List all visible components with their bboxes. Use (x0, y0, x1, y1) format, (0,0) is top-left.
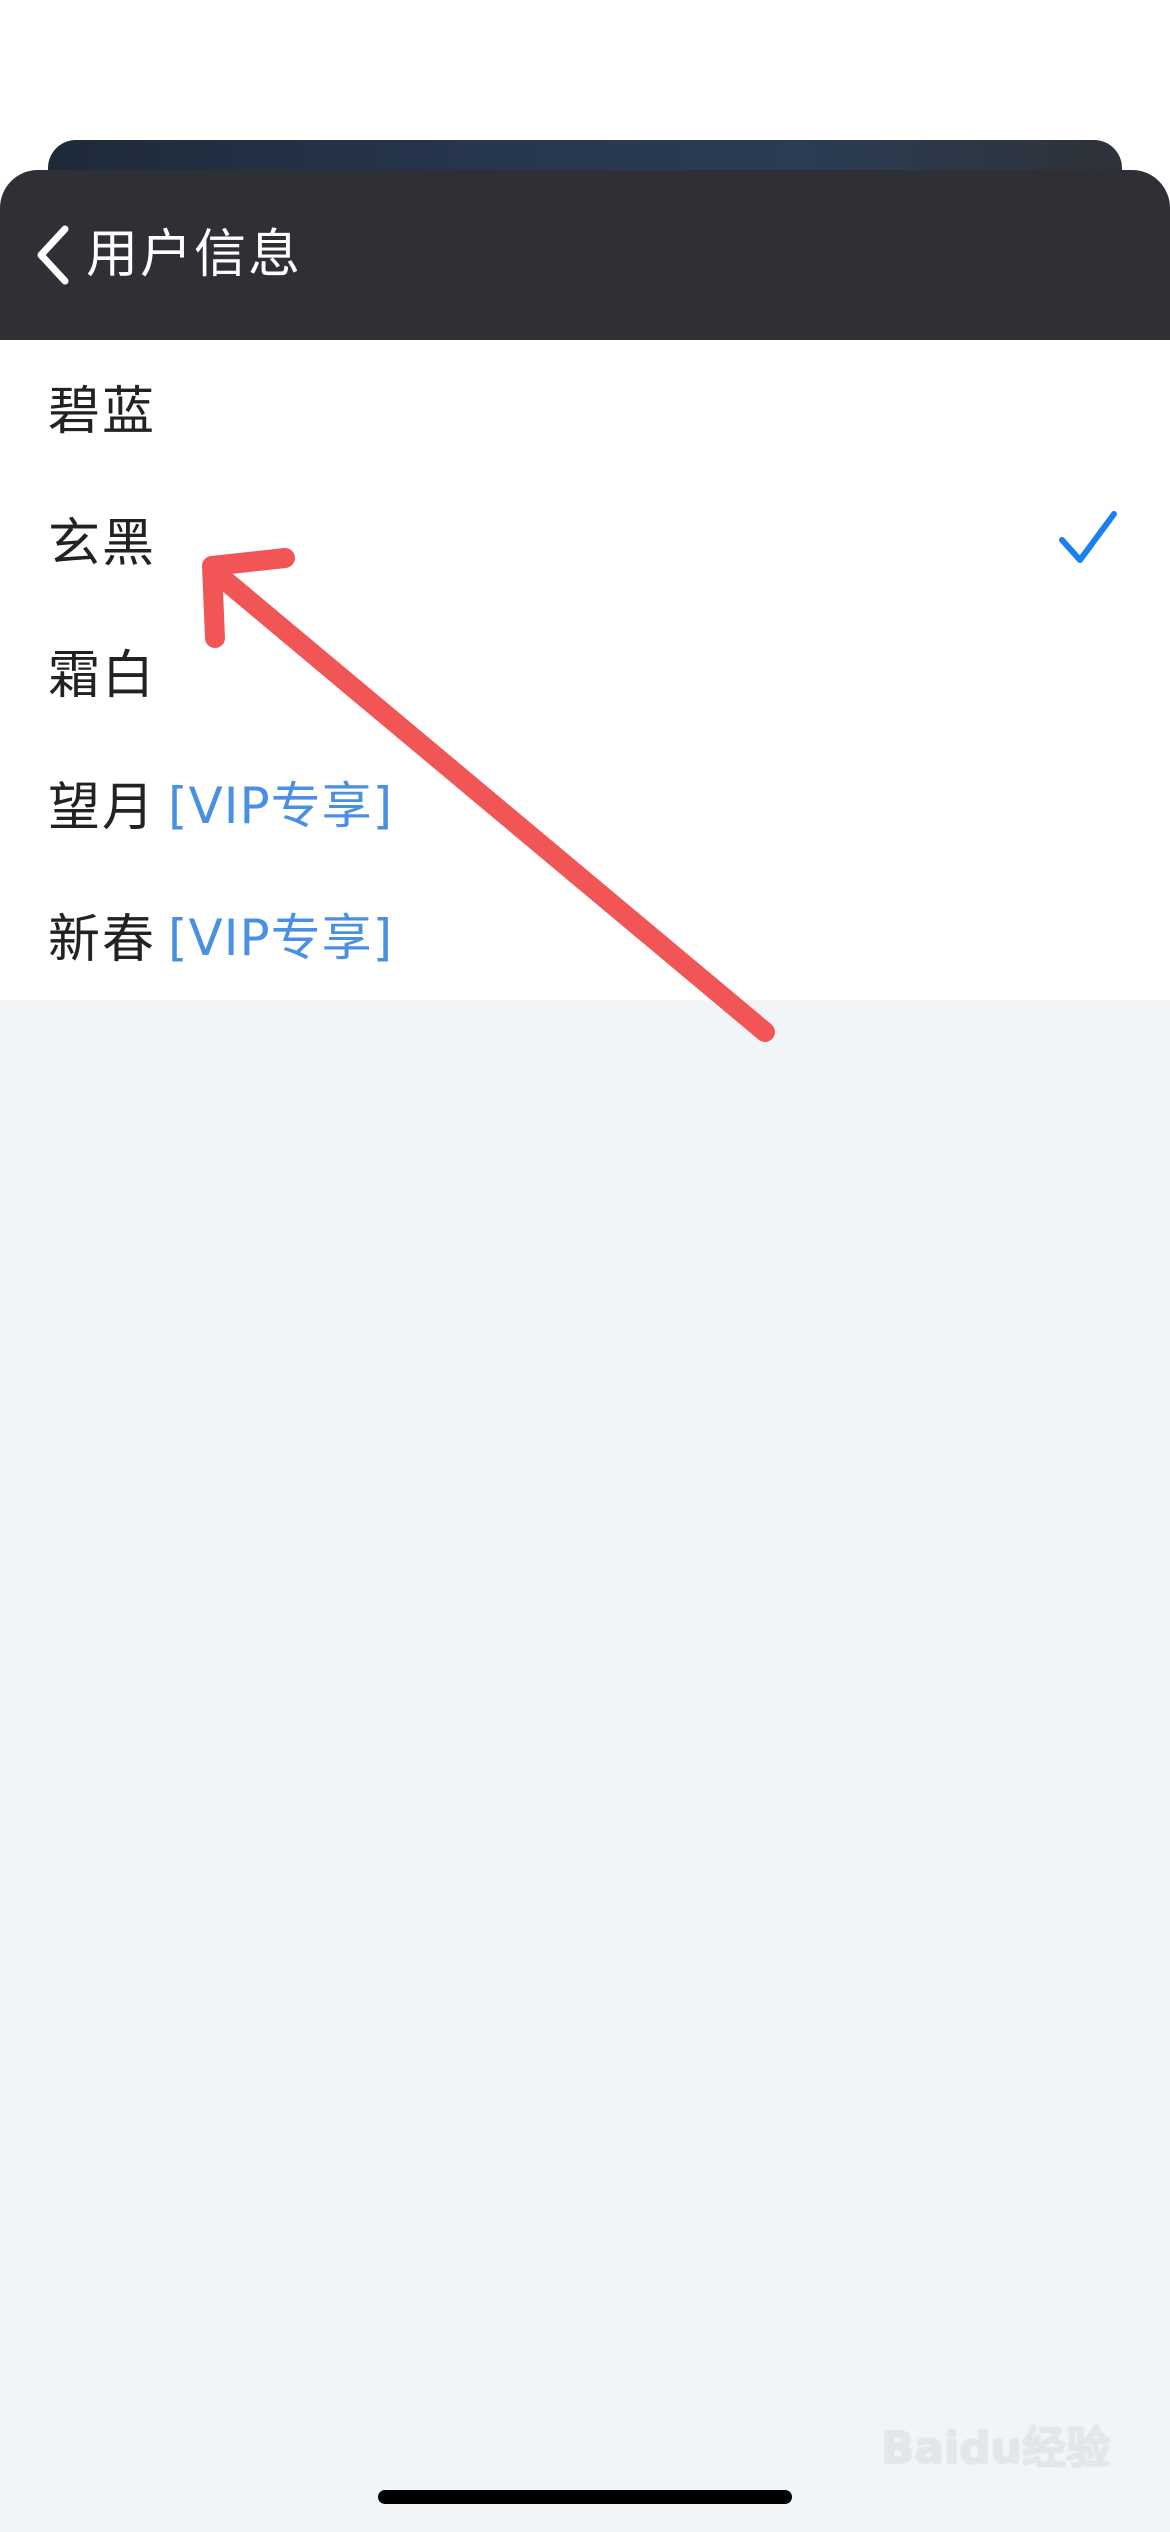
theme-item-bilan[interactable]: 碧蓝 (0, 340, 1170, 472)
theme-item-xinchun[interactable]: 新春 [VIP专享] (0, 868, 1170, 1000)
home-indicator (378, 2490, 792, 2504)
page-title: 用户信息 (86, 225, 303, 285)
theme-name: 望月 (48, 777, 157, 838)
vip-tag: [VIP专享] (168, 909, 394, 967)
watermark: Baidu经验 (880, 2423, 1110, 2474)
vip-tag: [VIP专享] (168, 777, 394, 835)
theme-item-shuangbai[interactable]: 霜白 (0, 604, 1170, 736)
theme-name: 碧蓝 (48, 381, 157, 442)
theme-name: 新春 (48, 909, 157, 970)
checkmark-icon (1059, 511, 1117, 563)
theme-item-xuanhei[interactable]: 玄黑 (0, 472, 1170, 604)
back-button[interactable] (18, 215, 88, 295)
theme-name: 玄黑 (48, 513, 157, 574)
header-bar: 用户信息 (0, 170, 1170, 340)
theme-item-wangyue[interactable]: 望月 [VIP专享] (0, 736, 1170, 868)
theme-list: 碧蓝 玄黑 霜白 望月 [VIP专享] 新春 [VIP专享] (0, 340, 1170, 1000)
theme-sheet: 用户信息 碧蓝 玄黑 霜白 望月 [VIP专享] 新春 [VIP专享] (0, 170, 1170, 2532)
chevron-left-icon (37, 225, 69, 285)
theme-name: 霜白 (48, 645, 157, 706)
